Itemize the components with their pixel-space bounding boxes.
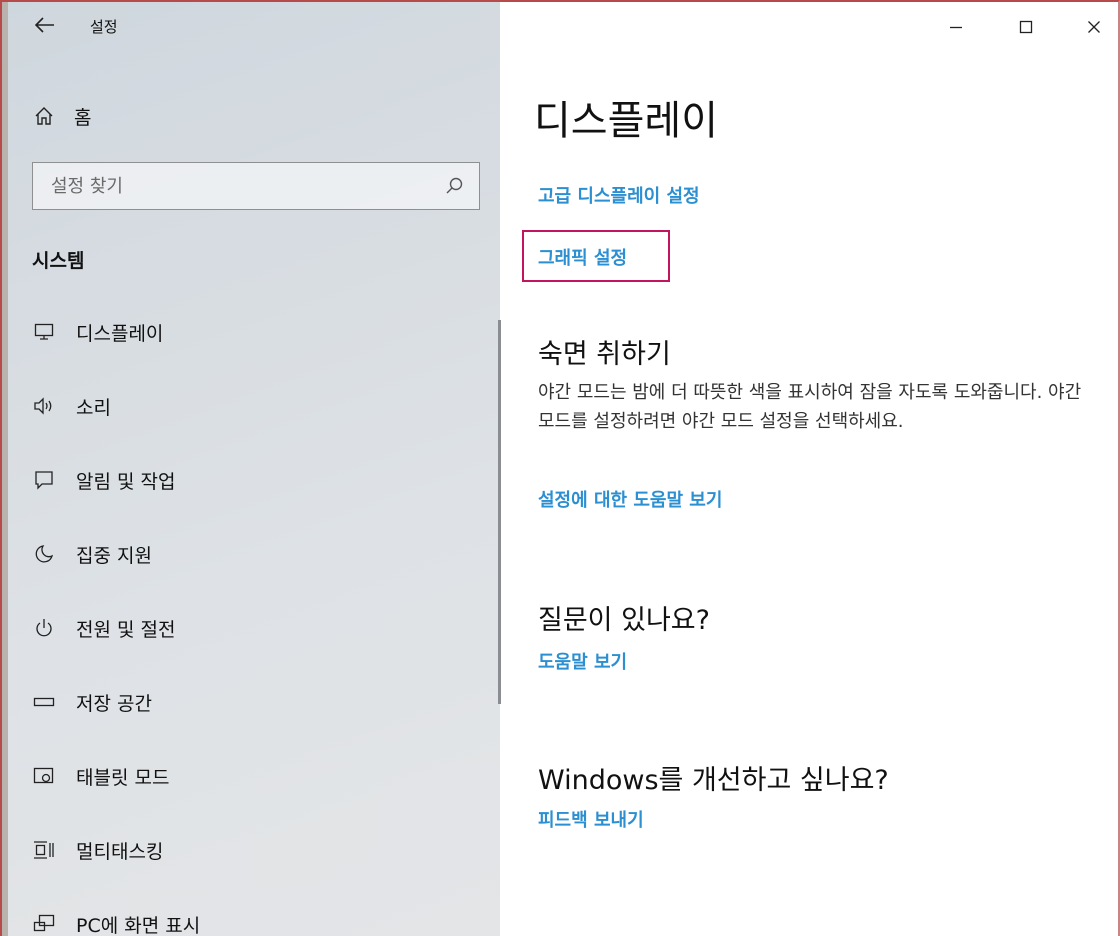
settings-window: 설정 홈 시스템 디스플레이 소리 bbox=[0, 0, 1120, 936]
sidebar-item-sound[interactable]: 소리 bbox=[32, 386, 472, 426]
search-box[interactable] bbox=[32, 162, 480, 210]
maximize-icon bbox=[1019, 20, 1033, 34]
main-content: 디스플레이 고급 디스플레이 설정 그래픽 설정 숙면 취하기 야간 모드는 밤… bbox=[500, 2, 1118, 936]
storage-icon bbox=[32, 690, 56, 714]
questions-heading: 질문이 있나요? bbox=[538, 605, 710, 636]
speaker-icon bbox=[32, 394, 56, 418]
night-light-help-link[interactable]: 설정에 대한 도움말 보기 bbox=[538, 486, 722, 512]
sidebar-item-label: 디스플레이 bbox=[76, 322, 164, 345]
minimize-icon bbox=[950, 26, 962, 29]
multitasking-icon bbox=[32, 838, 56, 862]
sidebar-item-label: 집중 지원 bbox=[76, 544, 152, 567]
sidebar-item-label: 멀티태스킹 bbox=[76, 840, 164, 863]
give-feedback-link[interactable]: 피드백 보내기 bbox=[538, 806, 644, 832]
tablet-icon bbox=[32, 764, 56, 788]
advanced-display-settings-link[interactable]: 고급 디스플레이 설정 bbox=[538, 182, 700, 208]
sidebar-item-display[interactable]: 디스플레이 bbox=[32, 312, 472, 352]
project-icon bbox=[32, 912, 56, 936]
sidebar-item-label: 소리 bbox=[76, 396, 111, 419]
back-arrow-icon[interactable] bbox=[32, 12, 58, 38]
get-help-link[interactable]: 도움말 보기 bbox=[538, 648, 627, 674]
sidebar-item-label: 전원 및 절전 bbox=[76, 618, 176, 641]
night-light-description: 야간 모드는 밤에 더 따뜻한 색을 표시하여 잠을 자도록 도와줍니다. 야간… bbox=[538, 382, 1082, 432]
close-button[interactable] bbox=[1074, 10, 1114, 44]
sidebar-item-label: PC에 화면 표시 bbox=[76, 914, 201, 936]
section-title: 시스템 bbox=[32, 250, 85, 272]
sidebar-item-project-to-pc[interactable]: PC에 화면 표시 bbox=[32, 904, 472, 936]
sidebar-item-tablet-mode[interactable]: 태블릿 모드 bbox=[32, 756, 472, 796]
notification-icon bbox=[32, 468, 56, 492]
app-title: 설정 bbox=[90, 18, 118, 36]
sidebar-item-home[interactable]: 홈 bbox=[32, 98, 91, 134]
search-input[interactable] bbox=[33, 163, 453, 210]
maximize-button[interactable] bbox=[1006, 10, 1046, 44]
improve-windows-heading: Windows를 개선하고 싶나요? bbox=[538, 765, 889, 796]
close-icon bbox=[1088, 21, 1100, 33]
sidebar-item-focus-assist[interactable]: 집중 지원 bbox=[32, 534, 472, 574]
sidebar-item-label: 저장 공간 bbox=[76, 692, 152, 715]
moon-icon bbox=[32, 542, 56, 566]
sidebar-item-power[interactable]: 전원 및 절전 bbox=[32, 608, 472, 648]
home-icon bbox=[32, 104, 56, 128]
sidebar-item-multitasking[interactable]: 멀티태스킹 bbox=[32, 830, 472, 870]
graphics-settings-link[interactable]: 그래픽 설정 bbox=[538, 244, 627, 270]
sidebar-item-notifications[interactable]: 알림 및 작업 bbox=[32, 460, 472, 500]
title-bar: 설정 bbox=[8, 2, 500, 52]
sidebar-item-storage[interactable]: 저장 공간 bbox=[32, 682, 472, 722]
monitor-icon bbox=[32, 320, 56, 344]
power-icon bbox=[32, 616, 56, 640]
minimize-button[interactable] bbox=[936, 10, 976, 44]
sleep-better-heading: 숙면 취하기 bbox=[538, 339, 671, 370]
sidebar-item-label: 태블릿 모드 bbox=[76, 766, 170, 789]
page-title: 디스플레이 bbox=[534, 98, 718, 144]
sidebar-item-label: 알림 및 작업 bbox=[76, 470, 176, 493]
home-label: 홈 bbox=[74, 106, 92, 129]
search-icon[interactable] bbox=[445, 176, 465, 196]
sidebar: 설정 홈 시스템 디스플레이 소리 bbox=[2, 2, 501, 936]
